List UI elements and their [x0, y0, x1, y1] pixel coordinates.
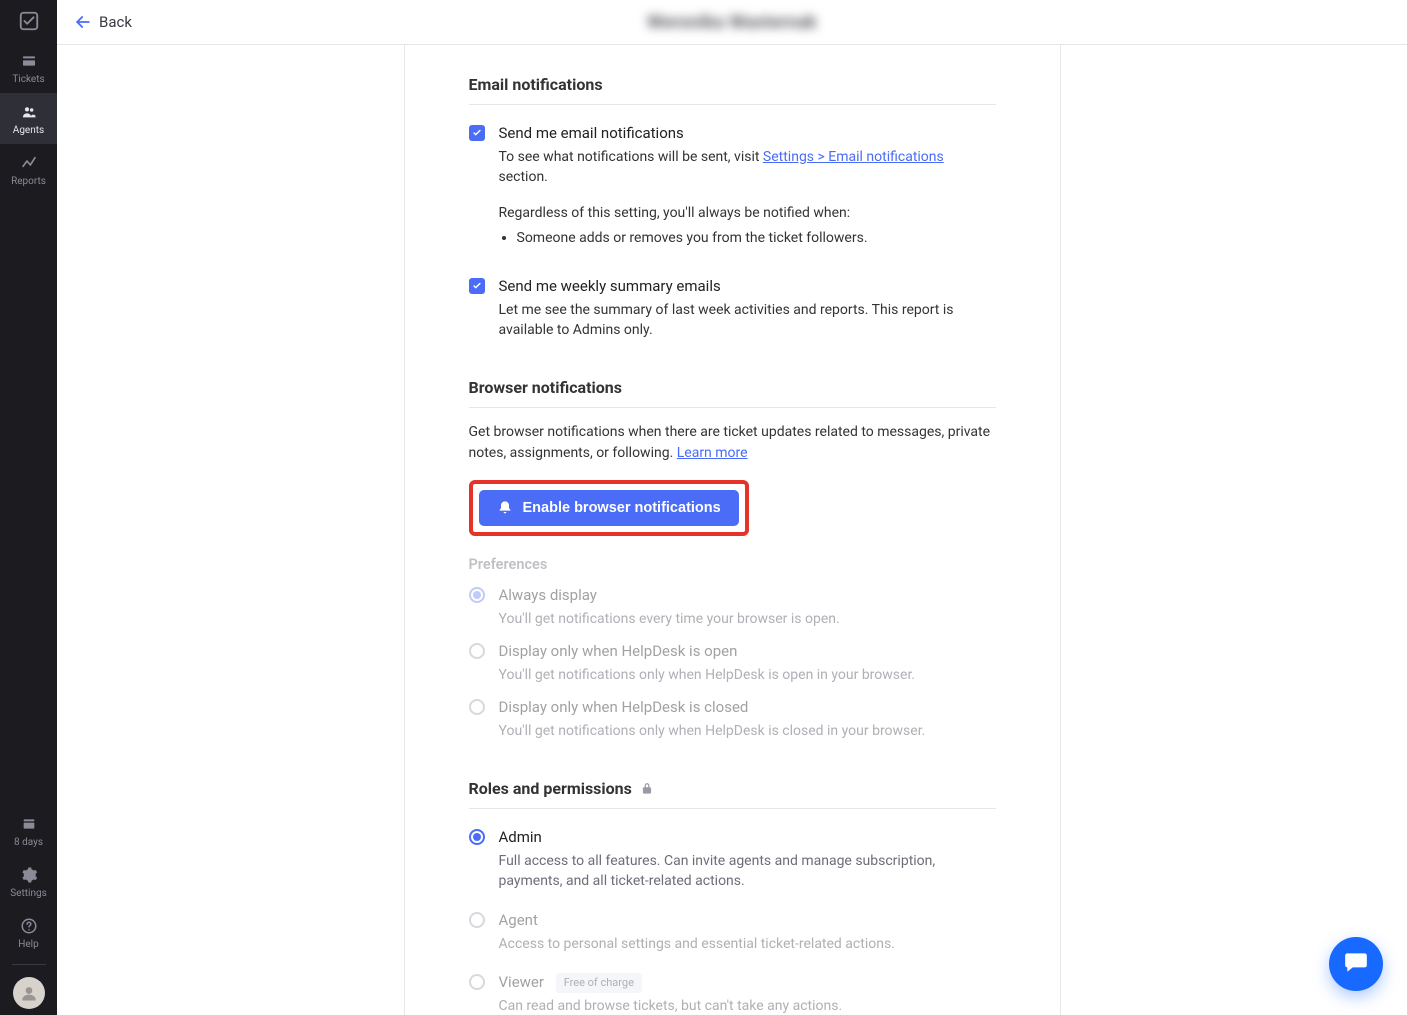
enable-highlight: Enable browser notifications — [469, 480, 749, 536]
role-admin-desc: Full access to all features. Can invite … — [499, 851, 996, 892]
gear-icon — [18, 866, 40, 884]
section-email-notifications: Email notifications Send me email notifi… — [469, 75, 996, 340]
send-email-checkbox[interactable] — [469, 125, 485, 141]
pref-always-radio[interactable] — [469, 587, 485, 603]
role-viewer-label: Viewer Free of charge — [499, 972, 996, 994]
role-admin-label: Admin — [499, 827, 996, 849]
sidebar-item-label: Settings — [10, 888, 47, 899]
topbar: Back Weronika Wasternak — [57, 0, 1407, 45]
always-notify-item: Someone adds or removes you from the tic… — [517, 228, 996, 248]
weekly-summary-checkbox[interactable] — [469, 278, 485, 294]
pref-closed-desc: You'll get notifications only when HelpD… — [499, 721, 996, 741]
sidebar-item-trial[interactable]: 8 days — [0, 805, 57, 856]
always-notify-note: Regardless of this setting, you'll alway… — [499, 203, 996, 223]
section-heading: Email notifications — [469, 75, 996, 94]
sidebar-item-settings[interactable]: Settings — [0, 856, 57, 907]
bell-icon — [497, 500, 513, 516]
role-agent-label: Agent — [499, 910, 996, 932]
sidebar-item-label: Help — [18, 939, 38, 950]
pref-always-desc: You'll get notifications every time your… — [499, 609, 996, 629]
chat-icon — [1343, 949, 1369, 979]
settings-email-notifications-link[interactable]: Settings > Email notifications — [763, 149, 944, 165]
pref-closed-radio[interactable] — [469, 699, 485, 715]
section-roles-permissions: Roles and permissions Admin Full access — [469, 779, 996, 1015]
app-logo[interactable] — [0, 0, 57, 42]
weekly-summary-label: Send me weekly summary emails — [499, 276, 996, 298]
sidebar-item-agents[interactable]: Agents — [0, 93, 57, 144]
sidebar-item-label: Agents — [13, 125, 44, 136]
section-heading: Browser notifications — [469, 378, 996, 397]
role-agent-desc: Access to personal settings and essentia… — [499, 934, 996, 954]
section-divider — [469, 104, 996, 105]
pref-open-desc: You'll get notifications only when HelpD… — [499, 665, 996, 685]
role-viewer-radio[interactable] — [469, 974, 485, 990]
lock-icon — [640, 782, 654, 796]
enable-browser-notifications-button[interactable]: Enable browser notifications — [479, 490, 739, 526]
role-viewer-desc: Can read and browse tickets, but can't t… — [499, 996, 996, 1015]
calendar-icon — [18, 815, 40, 833]
sidebar-item-tickets[interactable]: Tickets — [0, 42, 57, 93]
sidebar-item-label: Tickets — [12, 74, 44, 85]
preferences-heading: Preferences — [469, 556, 996, 573]
sidebar: Tickets Agents Reports — [0, 0, 57, 1015]
pref-open-radio[interactable] — [469, 643, 485, 659]
back-button[interactable]: Back — [73, 12, 132, 32]
back-label: Back — [99, 13, 132, 31]
sidebar-item-help[interactable]: Help — [0, 907, 57, 958]
tickets-icon — [18, 52, 40, 70]
sidebar-item-label: Reports — [11, 176, 46, 187]
free-badge: Free of charge — [556, 973, 642, 993]
pref-always-label: Always display — [499, 585, 996, 607]
pref-open-label: Display only when HelpDesk is open — [499, 641, 996, 663]
agents-icon — [18, 103, 40, 121]
section-browser-notifications: Browser notifications Get browser notifi… — [469, 378, 996, 741]
page-title: Weronika Wasternak — [647, 12, 817, 33]
sidebar-item-label: 8 days — [14, 837, 43, 848]
chat-fab[interactable] — [1329, 937, 1383, 991]
role-admin-radio[interactable] — [469, 829, 485, 845]
app-logo-icon — [18, 12, 40, 30]
section-divider — [469, 808, 996, 809]
sidebar-divider — [12, 964, 46, 965]
send-email-help: To see what notifications will be sent, … — [499, 147, 996, 188]
reports-icon — [18, 154, 40, 172]
section-heading: Roles and permissions — [469, 779, 996, 798]
browser-intro: Get browser notifications when there are… — [469, 422, 996, 464]
help-icon — [18, 917, 40, 935]
section-divider — [469, 407, 996, 408]
role-agent-radio[interactable] — [469, 912, 485, 928]
sidebar-item-reports[interactable]: Reports — [0, 144, 57, 195]
send-email-label: Send me email notifications — [499, 123, 996, 145]
arrow-left-icon — [73, 12, 93, 32]
learn-more-link[interactable]: Learn more — [677, 445, 748, 461]
user-avatar[interactable] — [13, 977, 45, 1009]
weekly-summary-desc: Let me see the summary of last week acti… — [499, 300, 996, 341]
pref-closed-label: Display only when HelpDesk is closed — [499, 697, 996, 719]
enable-button-label: Enable browser notifications — [523, 500, 721, 516]
